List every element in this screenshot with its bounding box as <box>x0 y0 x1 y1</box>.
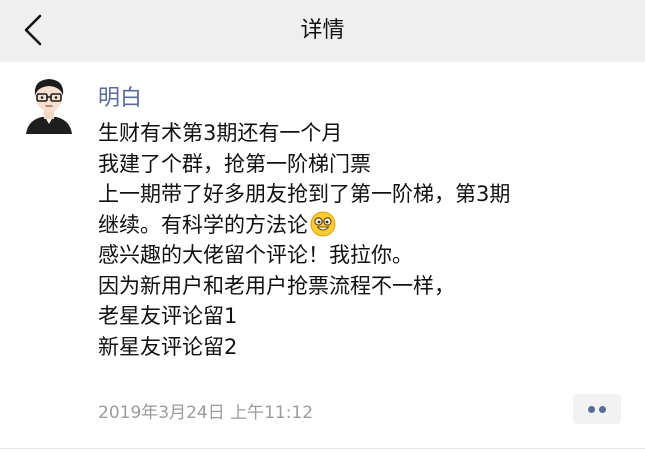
content-line: 继续。有科学的方法论 <box>98 212 308 237</box>
post-timestamp: 2019年3月24日 上午11:12 <box>98 403 314 423</box>
grinning-glasses-emoji-icon <box>310 211 336 236</box>
more-actions-button[interactable] <box>573 394 621 424</box>
content-line: 老星友评论留1 <box>98 304 238 328</box>
page-title: 详情 <box>300 18 345 43</box>
avatar-icon <box>18 72 80 134</box>
content-line: 我建了个群，抢第一阶梯门票 <box>98 151 371 176</box>
avatar[interactable] <box>18 72 80 134</box>
content-line: 上一期带了好多朋友抢到了第一阶梯，第3期 <box>98 182 511 206</box>
author-name[interactable]: 明白 <box>98 80 142 112</box>
chevron-left-icon <box>24 14 42 46</box>
navigation-bar: 详情 <box>0 0 645 62</box>
post-content: 生财有术第3期还有一个月 我建了个群，抢第一阶梯门票 上一期带了好多朋友抢到了第… <box>98 118 638 362</box>
content-line: 新星友评论留2 <box>98 334 238 359</box>
back-button[interactable] <box>14 12 54 48</box>
content-line-with-emoji: 继续。有科学的方法论 <box>98 210 638 241</box>
content-line: 生财有术第3期还有一个月 <box>98 121 343 145</box>
divider <box>0 448 645 449</box>
content-line: 因为新用户和老用户抢票流程不一样， <box>98 273 455 298</box>
content-line: 感兴趣的大佬留个评论！我拉你。 <box>98 243 413 267</box>
